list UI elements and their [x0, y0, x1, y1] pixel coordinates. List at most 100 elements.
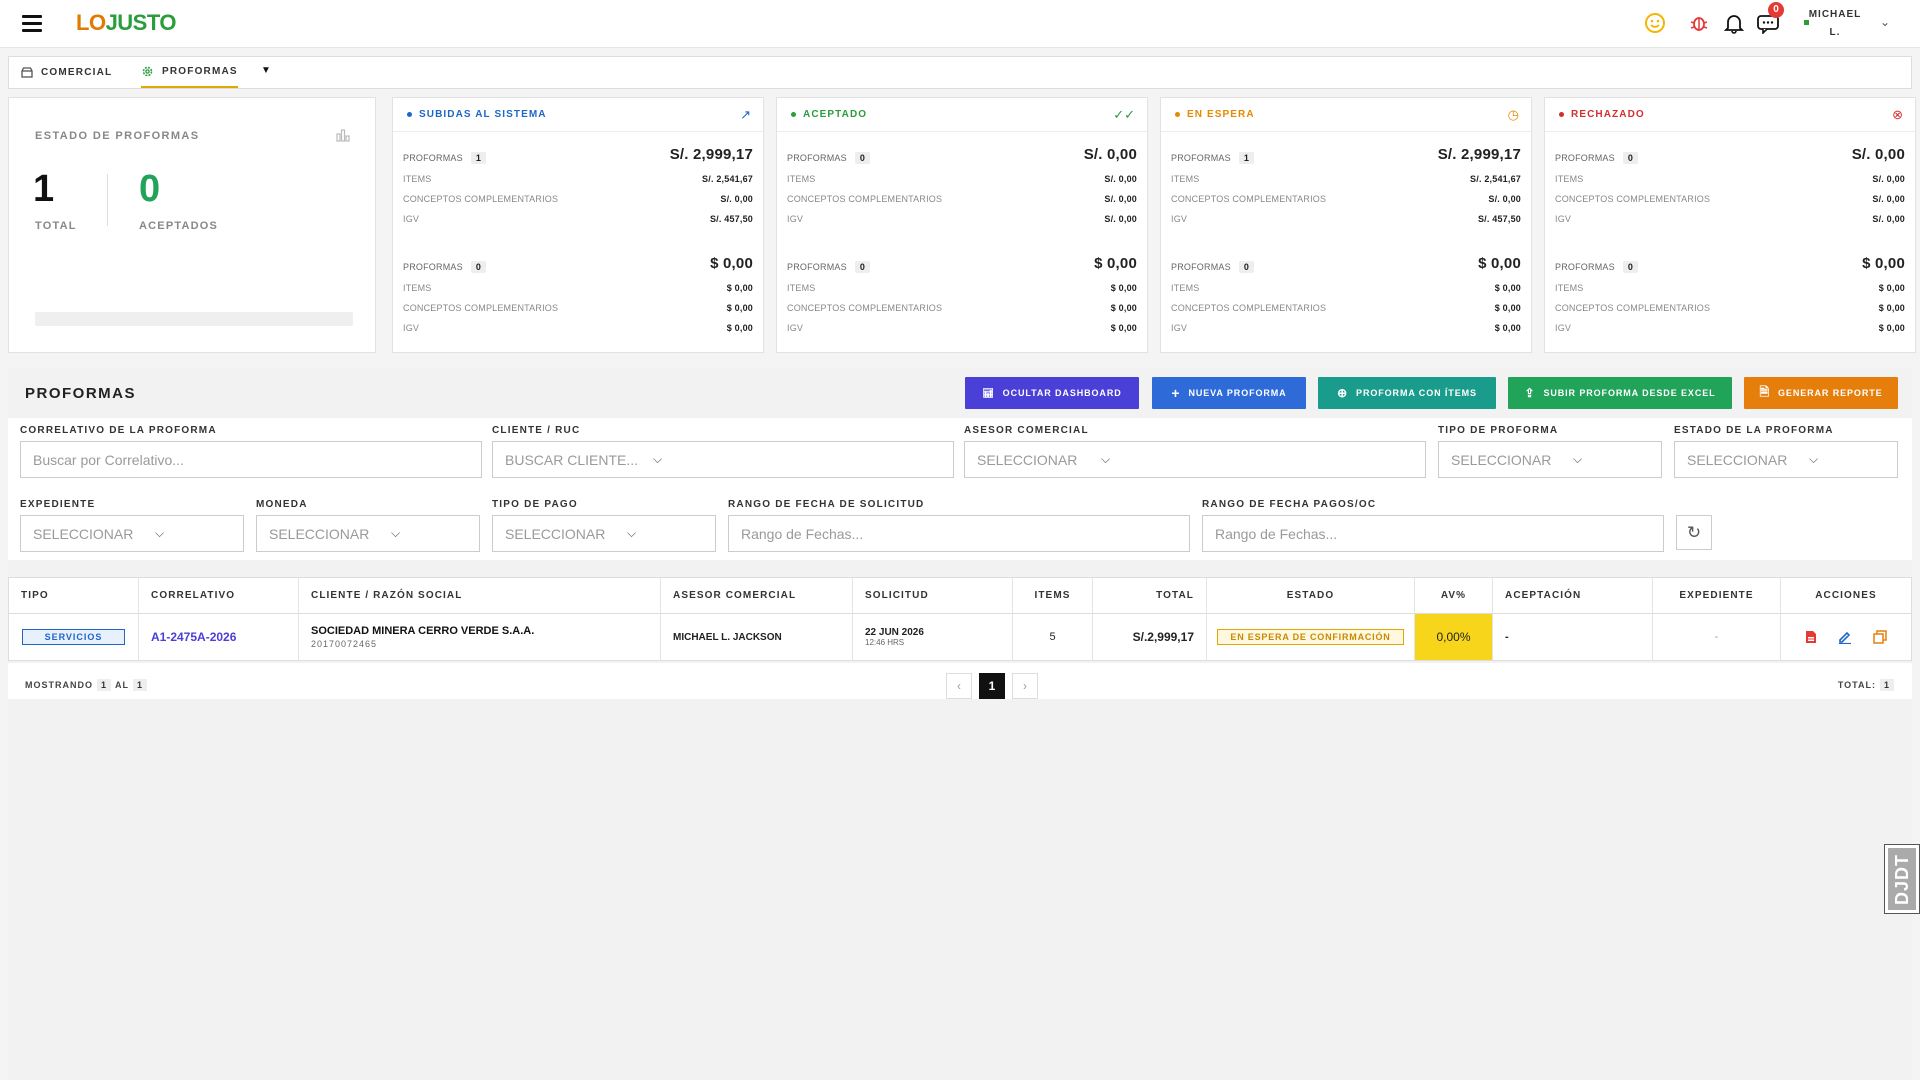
header-total[interactable]: TOTAL [1093, 578, 1207, 614]
moneda-select[interactable]: SELECCIONAR ⌵ [256, 515, 480, 552]
tipo-select[interactable]: SELECCIONAR ⌵ [1438, 441, 1662, 478]
header-av[interactable]: AV% [1415, 578, 1493, 614]
count-pill: 0 [854, 261, 871, 273]
bell-icon[interactable] [1722, 11, 1746, 35]
amount-block-soles: PROFORMAS 1 S/. 2,999,17 ITEMS S/. 2,541,67 C… [403, 146, 753, 248]
fecha-pagos-label: RANGO DE FECHA PAGOS/OC [1202, 499, 1377, 510]
total-rows-value: 1 [1879, 679, 1894, 691]
chevron-down-icon[interactable]: ⌄ [1880, 15, 1890, 29]
edit-icon[interactable] [1838, 630, 1852, 644]
generate-report-button[interactable]: 🗎︎ GENERAR REPORTE [1744, 377, 1898, 409]
header-estado[interactable]: ESTADO [1207, 578, 1415, 614]
header-tipo[interactable]: TIPO [9, 578, 139, 614]
header-aceptacion[interactable]: ACEPTACIÓN [1493, 578, 1653, 614]
header-expediente[interactable]: EXPEDIENTE [1653, 578, 1781, 614]
header-items[interactable]: ITEMS [1013, 578, 1093, 614]
row-label: CONCEPTOS COMPLEMENTARIOS [1171, 303, 1327, 313]
amount-row-label: PROFORMAS 1 [403, 152, 487, 164]
row-label: PROFORMAS [403, 262, 463, 272]
amount-row-label: PROFORMAS 0 [1555, 152, 1639, 164]
pdf-icon[interactable] [1805, 630, 1817, 644]
copy-icon[interactable] [1872, 630, 1887, 644]
fecha-solicitud-input[interactable]: Rango de Fechas... [728, 515, 1190, 552]
debug-toolbar-handle[interactable]: DJDT [1884, 844, 1920, 914]
header-solicitud[interactable]: SOLICITUD [853, 578, 1013, 614]
header-correlativo[interactable]: CORRELATIVO [139, 578, 299, 614]
row-value: S/. 2,541,67 [702, 174, 753, 184]
breadcrumb-comercial[interactable]: COMERCIAL [21, 57, 112, 88]
row-value: S/. 2,541,67 [1470, 174, 1521, 184]
amount-row: CONCEPTOS COMPLEMENTARIOS $ 0,00 [1555, 299, 1905, 317]
correlativo-link[interactable]: A1-2475A-2026 [151, 630, 236, 644]
section-title: PROFORMAS [25, 385, 136, 402]
header-cliente[interactable]: CLIENTE / RAZÓN SOCIAL [299, 578, 661, 614]
correlativo-search-input[interactable]: Buscar por Correlativo... [20, 441, 482, 478]
refresh-button[interactable]: ↻ [1676, 515, 1712, 550]
chevron-down-icon: ⌵ [1809, 452, 1819, 466]
amount-row: PROFORMAS 0 $ 0,00 [1555, 255, 1905, 275]
proforma-items-button[interactable]: ⊕ PROFORMA CON ÍTEMS [1318, 377, 1496, 409]
cliente-select[interactable]: BUSCAR CLIENTE... ⌵ [492, 441, 954, 478]
expediente-value: SELECCIONAR [33, 525, 134, 542]
smiley-icon[interactable] [1643, 11, 1667, 35]
card-title: RECHAZADO [1559, 109, 1645, 120]
row-label: PROFORMAS [403, 153, 463, 163]
fecha-pagos-input[interactable]: Rango de Fechas... [1202, 515, 1664, 552]
bug-icon[interactable] [1687, 11, 1711, 35]
header-acciones: ACCIONES [1781, 578, 1911, 614]
hide-dashboard-button[interactable]: 📊︎ OCULTAR DASHBOARD [965, 377, 1139, 409]
fecha-pagos-placeholder: Rango de Fechas... [1215, 525, 1338, 542]
showing-info: MOSTRANDO 1 AL 1 [25, 679, 151, 691]
count-pill: 0 [1622, 261, 1639, 273]
asesor-select[interactable]: SELECCIONAR ⌵ [964, 441, 1426, 478]
amount-block-soles: PROFORMAS 0 S/. 0,00 ITEMS S/. 0,00 CONCEPTOS… [1555, 146, 1905, 248]
amount-block-soles: PROFORMAS 1 S/. 2,999,17 ITEMS S/. 2,541,67 C… [1171, 146, 1521, 248]
amount-row-label: ITEMS [403, 283, 432, 293]
new-proforma-button[interactable]: + NUEVA PROFORMA [1152, 377, 1306, 409]
prev-page-button[interactable]: ‹ [946, 673, 972, 699]
cell-items: 5 [1013, 614, 1093, 660]
amount-row: ITEMS S/. 2,541,67 [403, 170, 753, 188]
cliente-label: CLIENTE / RUC [492, 425, 581, 436]
amount-row-label: ITEMS [787, 174, 816, 184]
count-pill: 0 [854, 152, 871, 164]
next-page-button[interactable]: › [1012, 673, 1038, 699]
row-label: PROFORMAS [787, 262, 847, 272]
hide-dashboard-label: OCULTAR DASHBOARD [1002, 388, 1122, 398]
correlativo-label: CORRELATIVO DE LA PROFORMA [20, 425, 217, 436]
store-icon [21, 67, 33, 78]
caret-down-icon[interactable]: ▼ [261, 65, 271, 76]
amount-row: CONCEPTOS COMPLEMENTARIOS S/. 0,00 [787, 190, 1137, 208]
row-value: $ 0,00 [1878, 283, 1905, 293]
progress-bar [35, 312, 353, 326]
breadcrumb-proformas-label: PROFORMAS [162, 66, 238, 77]
pago-select[interactable]: SELECCIONAR ⌵ [492, 515, 716, 552]
notification-badge: 0 [1768, 2, 1784, 18]
row-value: $ 0,00 [726, 323, 753, 333]
card-header: RECHAZADO ⊗ [1545, 98, 1915, 132]
count-pill: 1 [1238, 152, 1255, 164]
amount-row-label: IGV [1171, 214, 1187, 224]
header-asesor[interactable]: ASESOR COMERCIAL [661, 578, 853, 614]
estado-select[interactable]: SELECCIONAR ⌵ [1674, 441, 1898, 478]
row-label: IGV [1171, 214, 1188, 224]
expediente-select[interactable]: SELECCIONAR ⌵ [20, 515, 244, 552]
menu-icon[interactable] [22, 15, 42, 32]
cell-cliente: SOCIEDAD MINERA CERRO VERDE S.A.A. 20170… [299, 614, 661, 660]
filters-panel: CORRELATIVO DE LA PROFORMA Buscar por Co… [8, 418, 1912, 560]
upload-excel-button[interactable]: ⇪ SUBIR PROFORMA DESDE EXCEL [1508, 377, 1732, 409]
moneda-value: SELECCIONAR [269, 525, 370, 542]
row-label: IGV [1555, 323, 1572, 333]
breadcrumb-proformas[interactable]: PROFORMAS [141, 57, 238, 88]
user-menu[interactable]: MICHAEL L. [1800, 6, 1870, 42]
logo[interactable]: LOJUSTO [76, 10, 177, 36]
amount-row: IGV $ 0,00 [787, 319, 1137, 337]
page-1-button[interactable]: 1 [979, 673, 1005, 699]
cliente-value: BUSCAR CLIENTE... [505, 451, 639, 468]
row-label: CONCEPTOS COMPLEMENTARIOS [1555, 303, 1711, 313]
proformas-section: PROFORMAS 📊︎ OCULTAR DASHBOARD + NUEVA PRO… [8, 368, 1912, 1080]
row-value: S/. 0,00 [1104, 194, 1137, 204]
chevron-down-icon: ⌵ [653, 452, 663, 466]
count-pill: 0 [1622, 152, 1639, 164]
new-proforma-label: NUEVA PROFORMA [1188, 388, 1287, 398]
